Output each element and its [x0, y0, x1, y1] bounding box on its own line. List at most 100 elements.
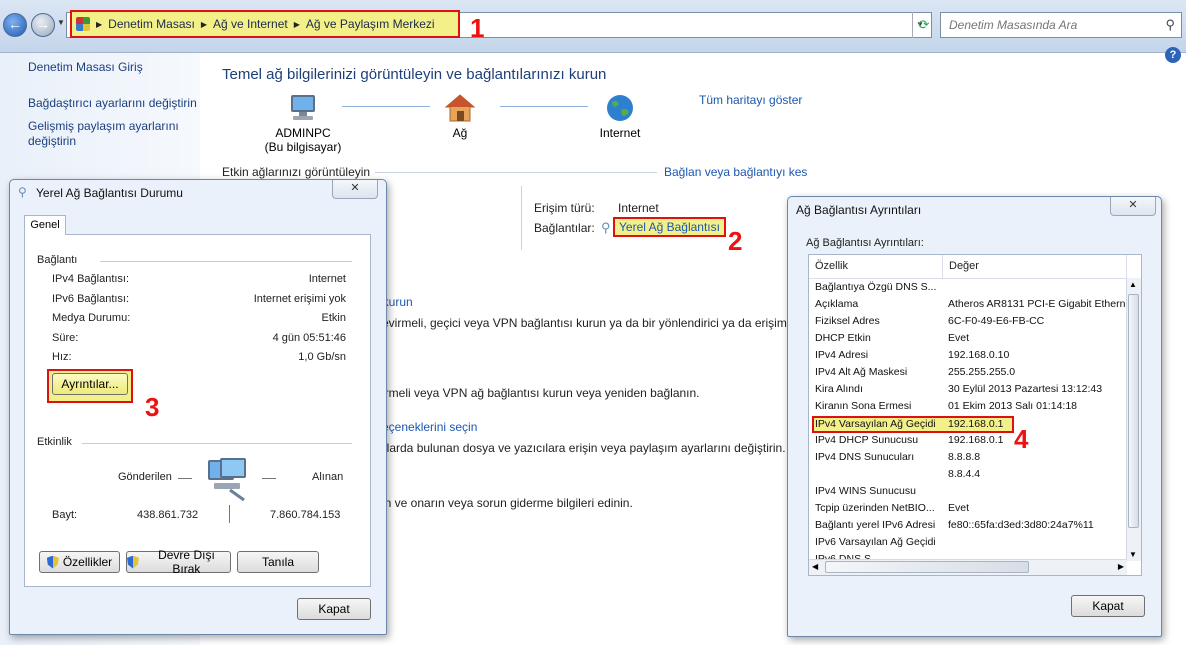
value-cell: 192.168.0.1 — [948, 434, 1004, 446]
back-button[interactable]: ← — [3, 13, 27, 37]
sidebar-item-adapter-settings[interactable]: Bağdaştırıcı ayarlarını değiştirin — [28, 96, 197, 111]
value-cell: 30 Eylül 2013 Pazartesi 13:12:43 — [948, 383, 1103, 395]
table-row[interactable]: IPv4 WINS Sunucusu — [809, 485, 1127, 502]
breadcrumb-item[interactable]: Ağ ve Paylaşım Merkezi — [306, 17, 435, 31]
network-activity-icon — [208, 458, 246, 502]
search-icon[interactable]: ⚲ — [1165, 17, 1175, 33]
homegroup-sharing-link[interactable]: seçeneklerini seçin — [376, 420, 477, 434]
control-panel-icon — [76, 17, 90, 31]
speed-label: Hız: — [52, 351, 72, 363]
scrollbar-thumb[interactable] — [1128, 294, 1139, 528]
internet-label: Internet — [599, 126, 641, 140]
table-row[interactable]: 8.8.4.4 — [809, 468, 1127, 485]
ipv6-connectivity-value: Internet erişimi yok — [253, 293, 346, 305]
ipv4-connectivity-value: Internet — [308, 273, 346, 285]
full-map-link[interactable]: Tüm haritayı göster — [699, 93, 802, 107]
table-row[interactable]: Tcpip üzerinden NetBIO... Evet — [809, 502, 1127, 519]
map-node-internet[interactable]: Internet — [590, 93, 650, 140]
property-cell: IPv4 Alt Ağ Maskesi — [815, 366, 908, 378]
scroll-left-icon[interactable]: ◀ — [812, 562, 818, 571]
status-close-button[interactable]: Kapat — [297, 598, 371, 620]
properties-button[interactable]: Özellikler — [39, 551, 120, 573]
column-header-property[interactable]: Özellik — [809, 255, 943, 278]
speed-value: 1,0 Gb/sn — [298, 351, 346, 363]
back-arrow-icon: ← — [8, 16, 22, 32]
properties-button-label: Özellikler — [62, 555, 113, 569]
disable-button-label: Devre Dışı Bırak — [158, 548, 215, 576]
refresh-button[interactable]: ⟳ — [912, 12, 935, 38]
property-cell: IPv4 DNS Sunucuları — [815, 451, 915, 463]
property-cell: Bağlantıya Özgü DNS S... — [815, 281, 937, 293]
table-row[interactable]: DHCP Etkin Evet — [809, 332, 1127, 349]
table-row[interactable]: IPv4 DHCP Sunucusu 192.168.0.1 — [809, 434, 1127, 451]
annotation-number: 1 — [470, 13, 485, 43]
breadcrumb-item[interactable]: Ağ ve Internet — [213, 17, 288, 31]
table-row[interactable]: Bağlantıya Özgü DNS S... — [809, 281, 1127, 298]
vertical-scrollbar[interactable]: ▲ ▼ — [1126, 278, 1141, 561]
duration-label: Süre: — [52, 332, 79, 344]
details-table: Özellik Değer Bağlantıya Özgü DNS S... A… — [808, 254, 1142, 576]
recent-pages-dropdown-icon[interactable]: ▼ — [57, 18, 65, 27]
forward-button[interactable]: → — [31, 13, 55, 37]
network-adapter-icon: ⚲ — [18, 185, 27, 199]
received-label: Alınan — [312, 471, 344, 483]
table-row[interactable]: IPv4 DNS Sunucuları 8.8.8.8 — [809, 451, 1127, 468]
access-type-value: Internet — [618, 201, 659, 215]
value-cell: 6C-F0-49-E6-FB-CC — [948, 315, 1045, 327]
table-row-default-gateway[interactable]: IPv4 Varsayılan Ağ Geçidi 192.168.0.1 — [812, 416, 1014, 433]
chevron-right-icon[interactable]: ▶ — [294, 20, 300, 29]
ipv4-connectivity-label: IPv4 Bağlantısı: — [52, 273, 130, 285]
value-cell: 192.168.0.1 — [948, 418, 1004, 430]
value-cell: 8.8.4.4 — [948, 468, 981, 480]
media-state-value: Etkin — [321, 312, 346, 324]
map-node-computer: ADMINPC (Bu bilgisayar) — [258, 93, 348, 154]
diagnose-button[interactable]: Tanıla — [237, 551, 319, 573]
search-input[interactable] — [947, 17, 1151, 33]
tab-general[interactable]: Genel — [24, 215, 66, 235]
table-row[interactable]: Bağlantı yerel IPv6 Adresi fe80::65fa:d3e… — [809, 519, 1127, 536]
map-connector — [342, 106, 430, 107]
chevron-right-icon[interactable]: ▶ — [96, 20, 102, 29]
table-row[interactable]: Açıklama Atheros AR8131 PCI-E Gigabit Eth… — [809, 298, 1127, 315]
computer-subtitle: (Bu bilgisayar) — [264, 140, 342, 154]
disable-button[interactable]: Devre Dışı Bırak — [126, 548, 231, 576]
search-box[interactable]: ⚲ — [940, 12, 1182, 38]
chevron-right-icon[interactable]: ▶ — [201, 20, 207, 29]
horizontal-scrollbar[interactable]: ◀ ▶ — [809, 559, 1127, 575]
column-header-value[interactable]: Değer — [943, 255, 1127, 278]
table-row[interactable]: IPv6 Varsayılan Ağ Geçidi — [809, 536, 1127, 553]
table-row[interactable]: Kira Alındı 30 Eylül 2013 Pazartesi 13:12… — [809, 383, 1127, 400]
scroll-right-icon[interactable]: ▶ — [1118, 562, 1124, 571]
details-button[interactable]: Ayrıntılar... — [52, 373, 128, 395]
value-cell: fe80::65fa:d3ed:3d80:24a7%11 — [948, 519, 1094, 531]
troubleshoot-desc: yin ve onarın veya sorun giderme bilgile… — [376, 496, 633, 510]
close-icon[interactable]: ✕ — [332, 180, 378, 199]
close-icon[interactable]: ✕ — [1110, 197, 1156, 216]
scroll-up-icon[interactable]: ▲ — [1129, 280, 1137, 289]
scroll-down-icon[interactable]: ▼ — [1129, 550, 1137, 559]
table-row[interactable]: IPv4 Alt Ağ Maskesi 255.255.255.0 — [809, 366, 1127, 383]
scrollbar-thumb[interactable] — [825, 561, 1029, 573]
sidebar-item-advanced-sharing[interactable]: Gelişmiş paylaşım ayarlarını — [28, 119, 179, 134]
divider — [178, 478, 192, 479]
help-icon[interactable]: ? — [1165, 47, 1181, 63]
bytes-received-value: 7.860.784.153 — [270, 509, 341, 521]
divider — [262, 478, 276, 479]
value-cell: 01 Ekim 2013 Salı 01:14:18 — [948, 400, 1078, 412]
table-row[interactable]: Fiziksel Adres 6C-F0-49-E6-FB-CC — [809, 315, 1127, 332]
local-connection-link[interactable]: Yerel Ağ Bağlantısı — [613, 217, 726, 237]
annotation-number: 4 — [1014, 424, 1029, 454]
table-row[interactable]: IPv4 Adresi 192.168.0.10 — [809, 349, 1127, 366]
connect-disconnect-link[interactable]: Bağlan veya bağlantıyı kes — [664, 165, 807, 179]
value-cell: Atheros AR8131 PCI-E Gigabit Ethern — [948, 298, 1126, 310]
general-tab-panel — [24, 234, 371, 587]
details-close-button[interactable]: Kapat — [1071, 595, 1145, 617]
sidebar-item-advanced-sharing-cont[interactable]: değiştirin — [28, 134, 76, 149]
sidebar-item-control-panel-home[interactable]: Denetim Masası Giriş — [28, 60, 143, 75]
dialog-title: Ağ Bağlantısı Ayrıntıları — [796, 203, 922, 217]
breadcrumb-item[interactable]: Denetim Masası — [108, 17, 195, 31]
table-row[interactable]: Kiranın Sona Ermesi 01 Ekim 2013 Salı 01:… — [809, 400, 1127, 417]
map-node-network[interactable]: Ağ — [430, 93, 490, 140]
map-connector — [500, 106, 588, 107]
media-state-label: Medya Durumu: — [52, 312, 131, 324]
